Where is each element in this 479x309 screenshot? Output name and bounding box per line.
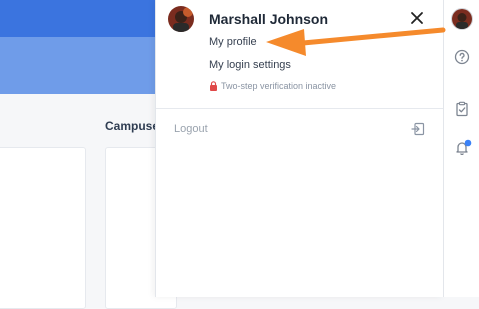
lock-icon bbox=[210, 81, 217, 91]
my-login-settings-link[interactable]: My login settings bbox=[209, 59, 291, 71]
user-name: Marshall Johnson bbox=[209, 11, 329, 27]
user-avatar bbox=[168, 6, 194, 32]
content-card bbox=[0, 147, 86, 309]
bell-icon[interactable] bbox=[454, 139, 472, 156]
my-profile-link[interactable]: My profile bbox=[209, 36, 257, 48]
menu-divider bbox=[156, 108, 443, 109]
two-step-status-text: Two-step verification inactive bbox=[221, 81, 337, 91]
clipboard-check-icon[interactable] bbox=[454, 101, 470, 117]
logout-icon[interactable] bbox=[411, 122, 425, 136]
logout-link[interactable]: Logout bbox=[174, 123, 208, 135]
rail-avatar[interactable] bbox=[451, 8, 473, 30]
two-step-status: Two-step verification inactive bbox=[209, 81, 336, 91]
close-icon[interactable] bbox=[409, 10, 425, 26]
help-circle-icon[interactable] bbox=[454, 49, 470, 65]
notification-dot bbox=[464, 139, 472, 147]
user-menu-panel bbox=[155, 0, 444, 297]
